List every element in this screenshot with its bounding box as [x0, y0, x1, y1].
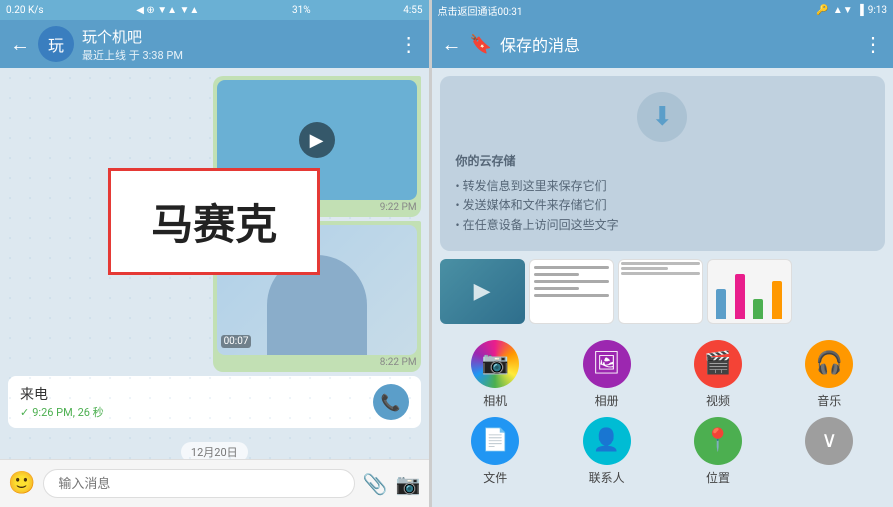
contacts-icon: 👤 [583, 417, 631, 465]
cloud-description: 你的云存储 • 转发信息到这里来保存它们 • 发送媒体和文件来存储它们 • 在任… [456, 152, 869, 235]
cloud-bullet-3: • 在任意设备上访问回这些文字 [456, 216, 869, 235]
right-phone-panel: 点击返回通话00:31 🔑 ▲▼ ▐ 9:13 ← 🔖 保存的消息 ⋮ ⬇ 你的… [432, 0, 893, 507]
gallery-icon: 🖼 [583, 340, 631, 388]
menu-button-right[interactable]: ⋮ [863, 32, 883, 56]
more-icon[interactable]: ∨ [805, 417, 853, 465]
call-icon[interactable]: 📞 [373, 384, 409, 420]
cloud-icon-wrap: ⬇ [456, 92, 869, 142]
app-grid: 📷 相机 🖼 相册 🎬 视频 🎧 音乐 📄 文件 👤 联系人 [432, 332, 893, 494]
call-time: ✓ 9:26 PM, 26 秒 [20, 404, 104, 420]
thumb-doc-1[interactable] [529, 259, 614, 324]
camera-label: 相机 [483, 392, 507, 409]
doc-line-short-2 [534, 287, 579, 290]
saved-messages-header: ← 🔖 保存的消息 ⋮ [432, 20, 893, 68]
cloud-storage-box: ⬇ 你的云存储 • 转发信息到这里来保存它们 • 发送媒体和文件来存储它们 • … [440, 76, 885, 251]
header-info: 玩个机吧 最近上线 于 3:38 PM [82, 26, 391, 63]
thumb-bar-chart[interactable] [707, 259, 792, 324]
app-files[interactable]: 📄 文件 [444, 417, 547, 486]
doc-line [534, 266, 609, 269]
chat-area[interactable]: ▶ 00:09 9:22 PM 00:07 8:22 PM 马赛克 来电 [0, 68, 429, 459]
location-label: 位置 [706, 469, 730, 486]
app-more[interactable]: ∨ [778, 417, 881, 486]
doc-col-left [621, 262, 700, 321]
music-icon: 🎧 [805, 340, 853, 388]
status-icons-left: ◀ ⊕ ▼▲ ▼▲ [136, 5, 199, 16]
emoji-button[interactable]: 🙂 [8, 471, 35, 496]
status-time-left: 4:55 [403, 5, 422, 16]
saved-messages-title: 保存的消息 [500, 32, 855, 56]
doc-line-short [534, 273, 579, 276]
back-button-right[interactable]: ← [442, 32, 462, 57]
cloud-bullet-2: • 发送媒体和文件来存储它们 [456, 196, 869, 215]
files-icon: 📄 [471, 417, 519, 465]
doc-line-3 [534, 294, 609, 297]
contacts-label: 联系人 [589, 469, 625, 486]
chat-header: ← 玩 玩个机吧 最近上线 于 3:38 PM ⋮ [0, 20, 429, 68]
signal-icon: ▲▼ [833, 5, 853, 16]
battery-icon: ▐ [857, 5, 864, 16]
doc-mini-line-2 [621, 267, 668, 270]
location-icon: 📍 [694, 417, 742, 465]
chat-input-bar: 🙂 📎 📷 [0, 459, 429, 507]
avatar-label: 玩 [48, 32, 64, 56]
status-battery-left: 31% [292, 5, 311, 16]
video-label: 视频 [706, 392, 730, 409]
mosaic-text: 马赛克 [151, 201, 277, 248]
doc-line-2 [534, 280, 609, 283]
play-button[interactable]: ▶ [299, 122, 335, 158]
back-button[interactable]: ← [10, 32, 30, 57]
gallery-label: 相册 [595, 392, 619, 409]
files-label: 文件 [483, 469, 507, 486]
bookmark-icon: 🔖 [470, 34, 492, 55]
attach-button[interactable]: 📎 [363, 472, 388, 496]
img-duration: 00:07 [221, 335, 252, 348]
avatar: 玩 [38, 26, 74, 62]
chat-title: 玩个机吧 [82, 26, 391, 47]
bar-col-2 [735, 274, 745, 319]
camera-icon: 📷 [471, 340, 519, 388]
app-location[interactable]: 📍 位置 [666, 417, 769, 486]
status-bar-left: 0.20 K/s ◀ ⊕ ▼▲ ▼▲ 31% 4:55 [0, 0, 429, 20]
doc-mini-line [621, 262, 700, 265]
camera-button[interactable]: 📷 [396, 472, 421, 496]
bubble-time-2: 8:22 PM [217, 357, 417, 368]
bar-col-4 [772, 281, 782, 319]
bar-col-1 [716, 289, 726, 319]
app-camera[interactable]: 📷 相机 [444, 340, 547, 409]
thumb-doc-2[interactable] [618, 259, 703, 324]
mosaic-overlay: 马赛克 [108, 168, 320, 275]
bar-col-3 [753, 299, 763, 319]
app-video[interactable]: 🎬 视频 [666, 340, 769, 409]
menu-button[interactable]: ⋮ [399, 32, 419, 56]
saved-content-area[interactable]: ⬇ 你的云存储 • 转发信息到这里来保存它们 • 发送媒体和文件来存储它们 • … [432, 68, 893, 507]
doc-mini-line-3 [621, 272, 700, 275]
music-label: 音乐 [817, 392, 841, 409]
thumb-video[interactable] [440, 259, 525, 324]
app-gallery[interactable]: 🖼 相册 [555, 340, 658, 409]
video-icon: 🎬 [694, 340, 742, 388]
thumbnail-strip [432, 259, 893, 332]
message-input[interactable] [43, 469, 354, 498]
cloud-bullet-1: • 转发信息到这里来保存它们 [456, 177, 869, 196]
left-phone-panel: 0.20 K/s ◀ ⊕ ▼▲ ▼▲ 31% 4:55 ← 玩 玩个机吧 最近上… [0, 0, 429, 507]
date-divider: 12月20日 [181, 442, 248, 459]
app-contacts[interactable]: 👤 联系人 [555, 417, 658, 486]
cloud-icon: ⬇ [637, 92, 687, 142]
chat-subtitle: 最近上线 于 3:38 PM [82, 47, 391, 63]
call-status: 点击返回通话00:31 [438, 3, 523, 18]
status-speed: 0.20 K/s [6, 5, 44, 16]
cloud-title: 你的云存储 [456, 152, 869, 171]
call-title: 来电 [20, 384, 104, 404]
app-music[interactable]: 🎧 音乐 [778, 340, 881, 409]
date-divider-wrapper: 12月20日 [8, 434, 421, 459]
call-info: 来电 ✓ 9:26 PM, 26 秒 [20, 384, 104, 420]
key-icon: 🔑 [816, 5, 828, 16]
time-right: 9:13 [868, 5, 887, 16]
status-icons-right: 🔑 ▲▼ ▐ 9:13 [816, 5, 887, 16]
status-bar-right: 点击返回通话00:31 🔑 ▲▼ ▐ 9:13 [432, 0, 893, 20]
call-item-1: 来电 ✓ 9:26 PM, 26 秒 📞 [8, 376, 421, 428]
